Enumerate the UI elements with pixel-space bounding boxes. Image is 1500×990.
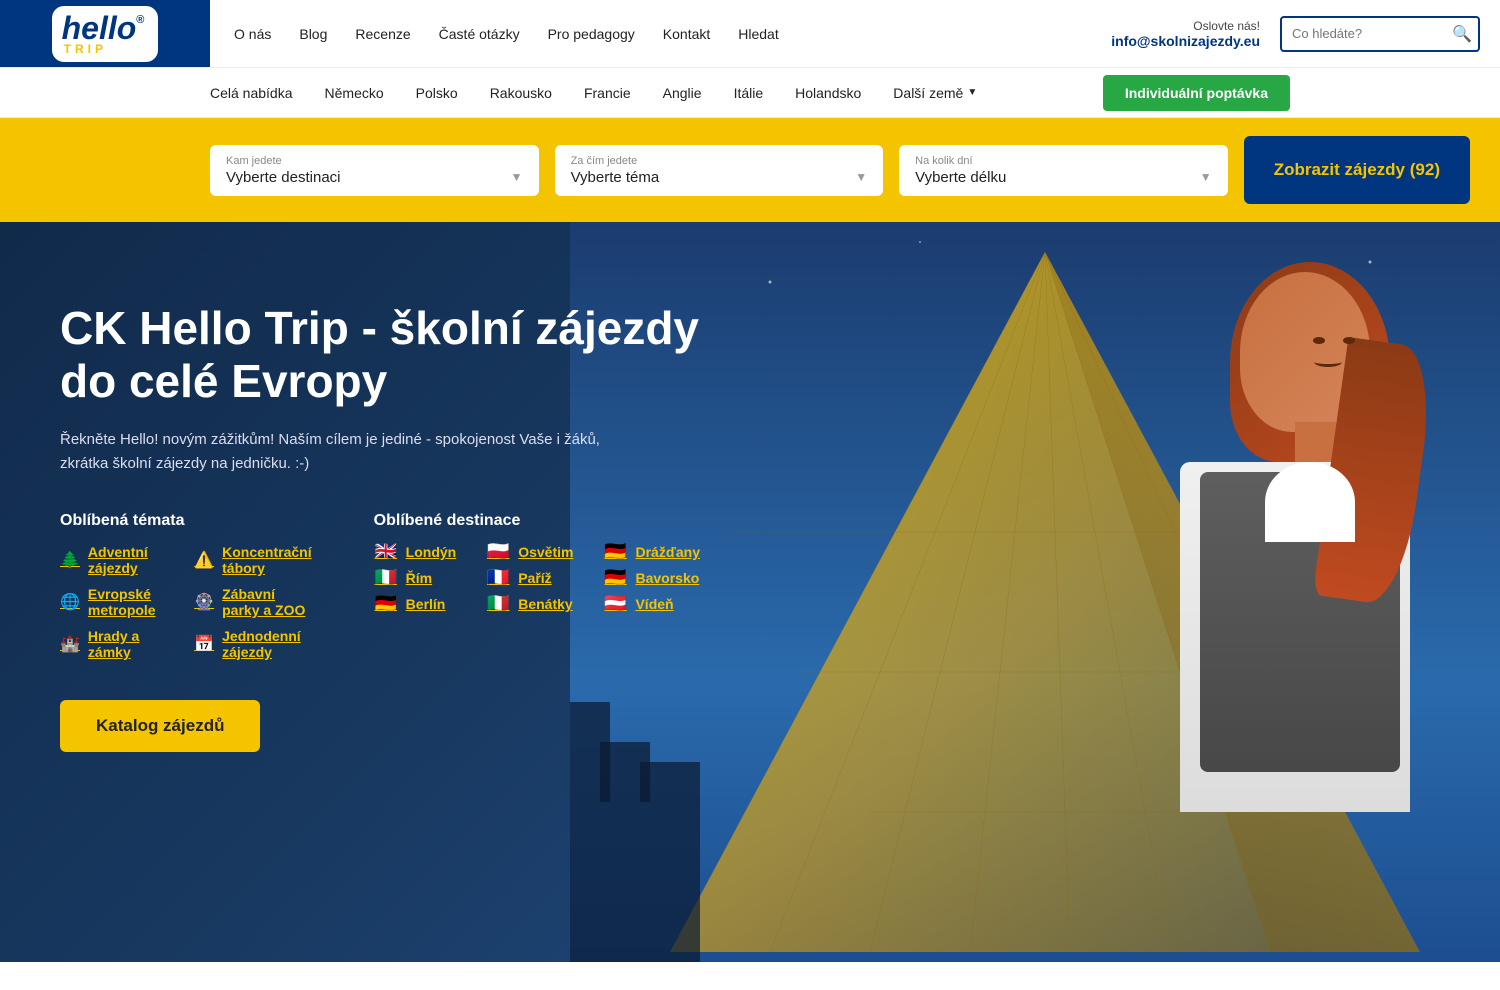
nav-about[interactable]: O nás <box>234 26 271 42</box>
logo[interactable]: hello ® TRIP <box>52 6 159 62</box>
flag-uk: 🇬🇧 <box>374 544 398 560</box>
individual-inquiry-button[interactable]: Individuální poptávka <box>1103 75 1290 111</box>
nav-pedagogy[interactable]: Pro pedagogy <box>548 26 635 42</box>
logo-area[interactable]: hello ® TRIP <box>0 0 210 67</box>
flag-italy-venice: 🇮🇹 <box>486 596 510 612</box>
destination-value: Vyberte destinaci ▼ <box>226 169 523 186</box>
dest-col-1: 🇬🇧 Londýn 🇮🇹 Řím 🇩🇪 Berlín <box>374 544 457 612</box>
nav-netherlands[interactable]: Holandsko <box>795 71 861 115</box>
duration-select[interactable]: Na kolik dní Vyberte délku ▼ <box>899 145 1228 196</box>
topics-grid: 🌲 Adventní zájezdy ⚠️ Koncentrační tábor… <box>60 544 314 660</box>
nav-faq[interactable]: Časté otázky <box>439 26 520 42</box>
destinations-section: Oblíbené destinace 🇬🇧 Londýn 🇮🇹 Řím <box>374 512 700 660</box>
hero-subtitle: Řekněte Hello! novým zážitkům! Naším cíl… <box>60 428 620 476</box>
logo-trip: TRIP <box>64 42 107 56</box>
advent-icon: 🌲 <box>60 549 80 571</box>
search-icon: 🔍 <box>1452 24 1472 44</box>
chevron-down-icon: ▼ <box>967 87 977 98</box>
search-bar: Kam jedete Vyberte destinaci ▼ Za čím je… <box>0 118 1500 222</box>
nav-germany[interactable]: Německo <box>325 71 384 115</box>
hero-content: CK Hello Trip - školní zájezdy do celé E… <box>0 222 700 752</box>
nav-contact[interactable]: Kontakt <box>663 26 710 42</box>
nav-england[interactable]: Anglie <box>663 71 702 115</box>
dest-col-3: 🇩🇪 Drážďany 🇩🇪 Bavorsko 🇦🇹 Vídeň <box>603 544 700 612</box>
dest-venice[interactable]: 🇮🇹 Benátky <box>486 596 573 612</box>
hero-section: CK Hello Trip - školní zájezdy do celé E… <box>0 222 1500 962</box>
topic-concentration[interactable]: ⚠️ Koncentrační tábory <box>194 544 313 576</box>
hero-sections: Oblíbená témata 🌲 Adventní zájezdy ⚠️ Ko… <box>60 512 700 660</box>
catalog-button[interactable]: Katalog zájezdů <box>60 700 260 752</box>
flag-italy-rome: 🇮🇹 <box>374 570 398 586</box>
flag-germany-dresden: 🇩🇪 <box>603 544 627 560</box>
oneday-icon: 📅 <box>194 633 214 655</box>
dest-paris[interactable]: 🇫🇷 Paříž <box>486 570 573 586</box>
nav-blog[interactable]: Blog <box>299 26 327 42</box>
duration-chevron-icon: ▼ <box>1200 170 1212 184</box>
dest-vienna[interactable]: 🇦🇹 Vídeň <box>603 596 700 612</box>
topic-parks[interactable]: 🎡 Zábavní parky a ZOO <box>194 586 313 618</box>
nav-search-link[interactable]: Hledat <box>738 26 778 42</box>
topic-advent[interactable]: 🌲 Adventní zájezdy <box>60 544 174 576</box>
destination-nav: Celá nabídka Německo Polsko Rakousko Fra… <box>210 71 1083 115</box>
nav-austria[interactable]: Rakousko <box>490 71 552 115</box>
dest-berlin[interactable]: 🇩🇪 Berlín <box>374 596 457 612</box>
dest-rome[interactable]: 🇮🇹 Řím <box>374 570 457 586</box>
destinations-columns: 🇬🇧 Londýn 🇮🇹 Řím 🇩🇪 Berlín <box>374 544 700 612</box>
theme-select[interactable]: Za čím jedete Vyberte téma ▼ <box>555 145 884 196</box>
duration-label: Na kolik dní <box>915 155 1212 167</box>
nav-france[interactable]: Francie <box>584 71 631 115</box>
parks-icon: 🎡 <box>194 591 214 613</box>
logo-hello: hello <box>62 12 137 44</box>
contact-info: Oslovte nás! info@skolnizajezdy.eu <box>1091 19 1280 49</box>
show-trips-button[interactable]: Zobrazit zájezdy (92) <box>1244 136 1470 204</box>
dest-col-2: 🇵🇱 Osvětim 🇫🇷 Paříž 🇮🇹 Benátky <box>486 544 573 612</box>
top-navigation: hello ® TRIP O nás Blog Recenze Časté ot… <box>0 0 1500 68</box>
contact-email[interactable]: info@skolnizajezdy.eu <box>1111 33 1260 49</box>
flag-germany-bavaria: 🇩🇪 <box>603 570 627 586</box>
topics-title: Oblíbená témata <box>60 512 314 530</box>
nav-italy[interactable]: Itálie <box>734 71 764 115</box>
flag-france: 🇫🇷 <box>486 570 510 586</box>
dest-auschwitz[interactable]: 🇵🇱 Osvětim <box>486 544 573 560</box>
destination-chevron-icon: ▼ <box>511 170 523 184</box>
hero-girl-figure <box>1080 242 1470 962</box>
nav-reviews[interactable]: Recenze <box>355 26 410 42</box>
logo-trademark: ® <box>136 14 144 26</box>
topic-oneday[interactable]: 📅 Jednodenní zájezdy <box>194 628 313 660</box>
flag-austria: 🇦🇹 <box>603 596 627 612</box>
dest-dresden[interactable]: 🇩🇪 Drážďany <box>603 544 700 560</box>
search-box[interactable]: 🔍 <box>1280 16 1480 52</box>
search-input[interactable] <box>1292 26 1452 41</box>
dest-bavaria[interactable]: 🇩🇪 Bavorsko <box>603 570 700 586</box>
flag-poland: 🇵🇱 <box>486 544 510 560</box>
metropolis-icon: 🌐 <box>60 591 80 613</box>
trips-count: (92) <box>1410 160 1440 179</box>
destination-select[interactable]: Kam jedete Vyberte destinaci ▼ <box>210 145 539 196</box>
main-nav: O nás Blog Recenze Časté otázky Pro peda… <box>210 26 1091 42</box>
flag-germany-berlin: 🇩🇪 <box>374 596 398 612</box>
second-navigation: Celá nabídka Německo Polsko Rakousko Fra… <box>0 68 1500 118</box>
nav-all-offers[interactable]: Celá nabídka <box>210 71 293 115</box>
concentration-icon: ⚠️ <box>194 549 214 571</box>
nav-poland[interactable]: Polsko <box>416 71 458 115</box>
topic-castles[interactable]: 🏰 Hrady a zámky <box>60 628 174 660</box>
topics-section: Oblíbená témata 🌲 Adventní zájezdy ⚠️ Ko… <box>60 512 314 660</box>
theme-label: Za čím jedete <box>571 155 868 167</box>
theme-chevron-icon: ▼ <box>855 170 867 184</box>
destinations-title: Oblíbené destinace <box>374 512 700 530</box>
contact-label: Oslovte nás! <box>1193 19 1260 33</box>
dest-london[interactable]: 🇬🇧 Londýn <box>374 544 457 560</box>
hero-title: CK Hello Trip - školní zájezdy do celé E… <box>60 302 700 408</box>
destination-label: Kam jedete <box>226 155 523 167</box>
topic-metropolis[interactable]: 🌐 Evropské metropole <box>60 586 174 618</box>
nav-other-countries[interactable]: Další země ▼ <box>893 71 977 115</box>
castles-icon: 🏰 <box>60 633 80 655</box>
theme-value: Vyberte téma ▼ <box>571 169 868 186</box>
duration-value: Vyberte délku ▼ <box>915 169 1212 186</box>
